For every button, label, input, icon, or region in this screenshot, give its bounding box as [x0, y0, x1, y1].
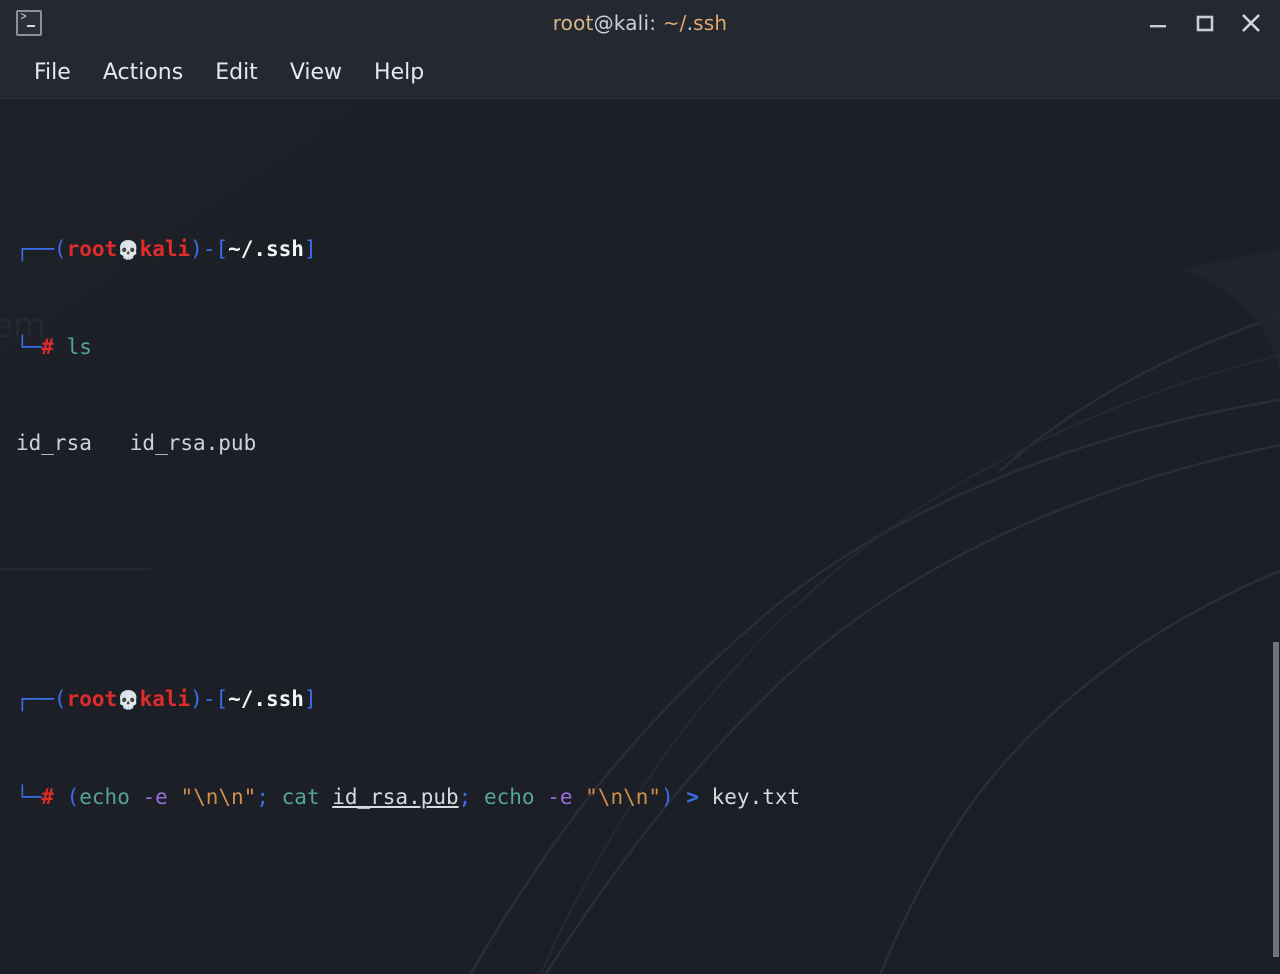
prompt-host: kali [139, 237, 191, 261]
command-token [674, 785, 687, 809]
command-parts: (echo -e "\n\n"; cat id_rsa.pub; echo -e… [67, 785, 801, 809]
command-token: -e [547, 785, 573, 809]
prompt-close-bracket: ] [303, 237, 317, 261]
title-host: kali [613, 11, 650, 35]
title-user: root [552, 11, 594, 35]
menu-item-actions[interactable]: Actions [91, 56, 195, 89]
command-token [471, 785, 484, 809]
scrollbar-thumb[interactable] [1273, 641, 1279, 957]
command-token: ; [458, 785, 472, 809]
command-token: "\n\n" [180, 785, 257, 809]
skull-icon: 💀 [117, 240, 140, 261]
terminal-body[interactable]: em ┌──(root💀kali)-[~/.ssh] └─# ls id_rsa… [0, 99, 1280, 974]
title-path: ~/ [662, 11, 687, 35]
command-token: echo [79, 785, 130, 809]
terminal-screen: ┌──(root💀kali)-[~/.ssh] └─# ls id_rsa id… [0, 99, 1280, 974]
command-token: echo [483, 785, 535, 809]
menu-item-view[interactable]: View [278, 56, 354, 89]
command-output: id_rsa id_rsa.pub [16, 431, 257, 455]
command-token: key.txt [711, 785, 801, 809]
command-token: > [686, 785, 699, 809]
menu-item-file[interactable]: File [22, 56, 83, 89]
menu-item-help[interactable]: Help [362, 56, 436, 89]
command-text: ls [66, 335, 92, 359]
vertical-scrollbar[interactable] [1272, 99, 1280, 974]
prompt-path: ~/.ssh [228, 687, 304, 711]
title-path-rest: ssh [693, 11, 728, 35]
command-token [269, 785, 282, 809]
close-icon[interactable] [1236, 8, 1266, 38]
command-token: -e [142, 785, 168, 809]
prompt-close-bracket: ] [303, 687, 317, 711]
terminal-window: root@kali: ~/.ssh File Actions Edit View… [0, 0, 1280, 974]
skull-icon: 💀 [117, 690, 140, 711]
window-controls [1144, 0, 1280, 46]
prompt-user: root [66, 687, 118, 711]
prompt-top-left: ┌──( [16, 237, 67, 261]
command-line: └─# ls [16, 331, 1280, 363]
command-token [573, 785, 586, 809]
command-token [168, 785, 181, 809]
prompt-host: kali [139, 687, 191, 711]
prompt-close-paren: )-[ [190, 237, 229, 261]
command-token: cat [281, 785, 320, 809]
command-token [130, 785, 143, 809]
command-token [535, 785, 548, 809]
command-token: ( [66, 785, 80, 809]
prompt-user: root [66, 237, 118, 261]
title-path-dot: . [686, 11, 694, 35]
title-colon: : [649, 11, 663, 35]
title-at: @ [593, 11, 614, 35]
command-token: ; [256, 785, 269, 809]
prompt-hash: # [41, 335, 54, 359]
command-line: └─# (echo -e "\n\n"; cat id_rsa.pub; ech… [16, 781, 1280, 813]
prompt-path: ~/.ssh [228, 237, 304, 261]
command-token: ) [661, 785, 674, 809]
maximize-icon[interactable] [1190, 8, 1220, 38]
prompt-close-paren: )-[ [190, 687, 229, 711]
prompt-bottom-left: └─ [16, 335, 42, 359]
window-title: root@kali: ~/.ssh [0, 11, 1280, 35]
title-bar[interactable]: root@kali: ~/.ssh [0, 0, 1280, 46]
menu-bar: File Actions Edit View Help [0, 46, 1280, 99]
prompt-top-left: ┌──( [16, 687, 67, 711]
prompt-hash: # [41, 785, 54, 809]
command-token [699, 785, 712, 809]
command-token: id_rsa.pub [332, 785, 459, 809]
prompt-line: ┌──(root💀kali)-[~/.ssh] [16, 683, 1280, 717]
prompt-line: ┌──(root💀kali)-[~/.ssh] [16, 233, 1280, 267]
menu-item-edit[interactable]: Edit [203, 56, 270, 89]
minimize-icon[interactable] [1144, 8, 1174, 38]
prompt-bottom-left: └─ [16, 785, 42, 809]
command-token [320, 785, 333, 809]
terminal-icon [16, 10, 42, 36]
command-token: "\n\n" [585, 785, 662, 809]
